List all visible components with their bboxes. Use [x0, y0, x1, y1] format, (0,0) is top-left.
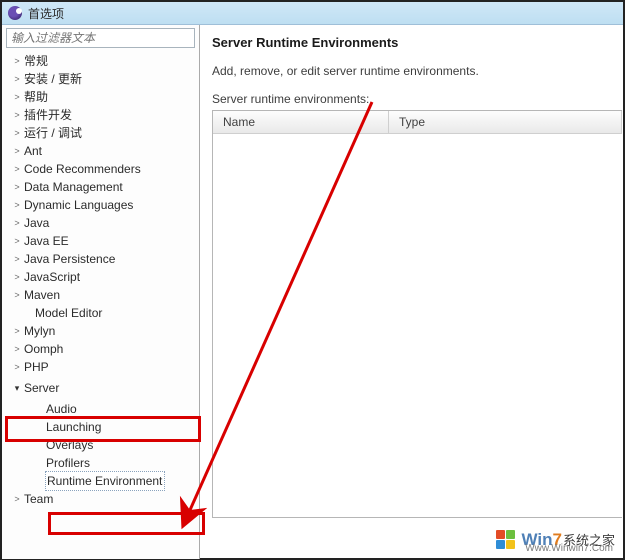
tree-label: Data Management	[23, 178, 123, 196]
page-description: Add, remove, or edit server runtime envi…	[212, 64, 623, 78]
tree-item[interactable]: > 插件开发	[11, 106, 199, 124]
tree-label: Runtime Environment	[45, 471, 165, 491]
tree-label: Oomph	[23, 340, 63, 358]
table-header: Name Type	[213, 111, 622, 134]
tree-label: Server	[23, 379, 59, 397]
tree-label: Java EE	[23, 232, 69, 250]
tree-item[interactable]: > Java Persistence	[11, 250, 199, 268]
tree-item[interactable]: > 帮助	[11, 88, 199, 106]
chevron-right-icon[interactable]: >	[11, 232, 23, 250]
tree-item[interactable]: > 运行 / 调试	[11, 124, 199, 142]
tree-label: Code Recommenders	[23, 160, 141, 178]
tree-label: JavaScript	[23, 268, 80, 286]
tree-item-server-audio[interactable]: Audio	[11, 400, 199, 418]
tree-item[interactable]: > Dynamic Languages	[11, 196, 199, 214]
tree-label: Java Persistence	[23, 250, 115, 268]
chevron-right-icon[interactable]: >	[11, 160, 23, 178]
preferences-tree: > 常规 > 安装 / 更新 > 帮助 > 插件开发 > 运行 / 调试	[5, 50, 199, 559]
tree-label: Profilers	[45, 454, 90, 472]
table-caption: Server runtime environments:	[212, 92, 623, 106]
tree-item[interactable]: > JavaScript	[11, 268, 199, 286]
tree-label: Model Editor	[23, 304, 102, 322]
runtime-env-table[interactable]: Name Type	[212, 110, 622, 518]
tree-item[interactable]: > Mylyn	[11, 322, 199, 340]
tree-item[interactable]: > Code Recommenders	[11, 160, 199, 178]
tree-label: Ant	[23, 142, 42, 160]
column-type[interactable]: Type	[389, 111, 622, 133]
tree-label: Launching	[45, 418, 101, 436]
tree-item[interactable]: > Java	[11, 214, 199, 232]
tree-label: 帮助	[23, 88, 48, 106]
chevron-right-icon[interactable]: >	[11, 250, 23, 268]
chevron-right-icon[interactable]: >	[11, 196, 23, 214]
chevron-right-icon[interactable]: >	[11, 106, 23, 124]
tree-item-server-runtime-env[interactable]: Runtime Environment	[11, 472, 199, 490]
chevron-right-icon[interactable]: >	[11, 214, 23, 232]
tree-item-server-overlays[interactable]: Overlays	[11, 436, 199, 454]
tree-item[interactable]: > Ant	[11, 142, 199, 160]
tree-item[interactable]: > PHP	[11, 358, 199, 376]
window-title: 首选项	[28, 5, 64, 22]
tree-item[interactable]: Model Editor	[11, 304, 199, 322]
page-title: Server Runtime Environments	[212, 35, 623, 50]
chevron-right-icon[interactable]: >	[11, 268, 23, 286]
watermark-url: Www.Winwin7.Com	[525, 543, 613, 554]
chevron-down-icon[interactable]: ▾	[11, 379, 23, 397]
tree-label: Maven	[23, 286, 60, 304]
tree-label: Java	[23, 214, 49, 232]
tree-label: PHP	[23, 358, 49, 376]
tree-label: Overlays	[45, 436, 93, 454]
tree-label: 插件开发	[23, 106, 72, 124]
chevron-right-icon[interactable]: >	[11, 142, 23, 160]
tree-item-server-profilers[interactable]: Profilers	[11, 454, 199, 472]
chevron-right-icon[interactable]: >	[11, 52, 23, 70]
tree-item[interactable]: > Oomph	[11, 340, 199, 358]
chevron-right-icon[interactable]: >	[11, 286, 23, 304]
tree-item[interactable]: > Team	[11, 490, 199, 508]
titlebar: 首选项	[2, 2, 623, 25]
eclipse-icon	[8, 6, 22, 20]
chevron-right-icon[interactable]: >	[11, 88, 23, 106]
tree-item[interactable]: > Maven	[11, 286, 199, 304]
chevron-right-icon[interactable]: >	[11, 358, 23, 376]
chevron-right-icon[interactable]: >	[11, 70, 23, 88]
tree-item[interactable]: > 安装 / 更新	[11, 70, 199, 88]
tree-item-server[interactable]: ▾ Server	[11, 379, 199, 397]
tree-item-server-launching[interactable]: Launching	[11, 418, 199, 436]
chevron-right-icon[interactable]: >	[11, 322, 23, 340]
tree-label: Team	[23, 490, 53, 508]
tree-item[interactable]: > 常规	[11, 52, 199, 70]
tree-label: Dynamic Languages	[23, 196, 133, 214]
tree-label: 常规	[23, 52, 48, 70]
preferences-sidebar: > 常规 > 安装 / 更新 > 帮助 > 插件开发 > 运行 / 调试	[2, 25, 200, 559]
tree-item[interactable]: > Java EE	[11, 232, 199, 250]
chevron-right-icon[interactable]: >	[11, 178, 23, 196]
filter-input[interactable]	[6, 28, 195, 48]
tree-label: Mylyn	[23, 322, 55, 340]
tree-label: 安装 / 更新	[23, 70, 82, 88]
chevron-right-icon[interactable]: >	[11, 124, 23, 142]
tree-label: Audio	[45, 400, 77, 418]
chevron-right-icon[interactable]: >	[11, 490, 23, 508]
tree-label: 运行 / 调试	[23, 124, 82, 142]
preferences-page: Server Runtime Environments Add, remove,…	[200, 25, 623, 559]
tree-item[interactable]: > Data Management	[11, 178, 199, 196]
column-name[interactable]: Name	[213, 111, 389, 133]
chevron-right-icon[interactable]: >	[11, 340, 23, 358]
